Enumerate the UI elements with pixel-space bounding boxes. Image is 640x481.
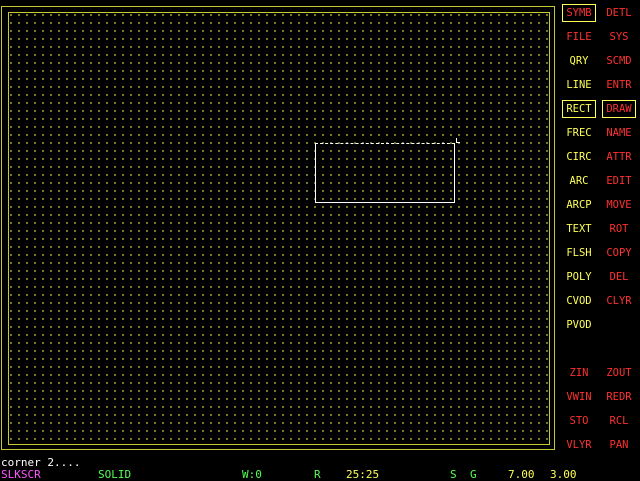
menu-circ-button[interactable]: CIRC (562, 148, 596, 166)
menu-flsh-button[interactable]: FLSH (562, 244, 596, 262)
line-style[interactable]: SOLID (98, 469, 131, 481)
menu-qry-button[interactable]: QRY (562, 52, 596, 70)
menu-copy-button[interactable]: COPY (602, 244, 636, 262)
grid-value[interactable]: 7.00 (508, 469, 535, 481)
menu-name-button[interactable]: NAME (602, 124, 636, 142)
line-width[interactable]: W:0 (242, 469, 262, 481)
menu-attr-button[interactable]: ATTR (602, 148, 636, 166)
crosshair-cursor-icon (456, 138, 460, 143)
cursor-coordinates: 25:25 (346, 468, 380, 481)
snap-toggle[interactable]: S (450, 469, 457, 481)
menu-poly-button[interactable]: POLY (562, 268, 596, 286)
menu-detl-button[interactable]: DETL (602, 4, 636, 22)
menu-pan-button[interactable]: PAN (602, 436, 636, 454)
menu-sys-button[interactable]: SYS (602, 28, 636, 46)
menu-sto-button[interactable]: STO (562, 412, 596, 430)
menu-vwin-button[interactable]: VWIN (562, 388, 596, 406)
menu-symb-button[interactable]: SYMB (562, 4, 596, 22)
menu-rect-button[interactable]: RECT (562, 100, 596, 118)
menu-file-button[interactable]: FILE (562, 28, 596, 46)
menu-del-button[interactable]: DEL (602, 268, 636, 286)
menu-arc-button[interactable]: ARC (562, 172, 596, 190)
menu-scmd-button[interactable]: SCMD (602, 52, 636, 70)
menu-draw-button[interactable]: DRAW (602, 100, 636, 118)
menu-frec-button[interactable]: FREC (562, 124, 596, 142)
menu-rcl-button[interactable]: RCL (602, 412, 636, 430)
snap-value[interactable]: 3.00 (550, 469, 577, 481)
menu-clyr-button[interactable]: CLYR (602, 292, 636, 310)
menu-line-button[interactable]: LINE (562, 76, 596, 94)
menu-vlyr-button[interactable]: VLYR (562, 436, 596, 454)
menu-cvod-button[interactable]: CVOD (562, 292, 596, 310)
drawing-canvas[interactable] (8, 12, 550, 445)
menu-text-button[interactable]: TEXT (562, 220, 596, 238)
menu-edit-button[interactable]: EDIT (602, 172, 636, 190)
menu-zin-button[interactable]: ZIN (562, 364, 596, 382)
draw-mode[interactable]: R (314, 469, 321, 481)
menu-zout-button[interactable]: ZOUT (602, 364, 636, 382)
menu-move-button[interactable]: MOVE (602, 196, 636, 214)
menu-rot-button[interactable]: ROT (602, 220, 636, 238)
current-layer[interactable]: SLKSCR (1, 469, 41, 481)
rubberband-rectangle (315, 143, 455, 203)
menu-redr-button[interactable]: REDR (602, 388, 636, 406)
menu-pvod-button[interactable]: PVOD (562, 316, 596, 334)
menu-arcp-button[interactable]: ARCP (562, 196, 596, 214)
menu-entr-button[interactable]: ENTR (602, 76, 636, 94)
grid-toggle[interactable]: G (470, 469, 477, 481)
